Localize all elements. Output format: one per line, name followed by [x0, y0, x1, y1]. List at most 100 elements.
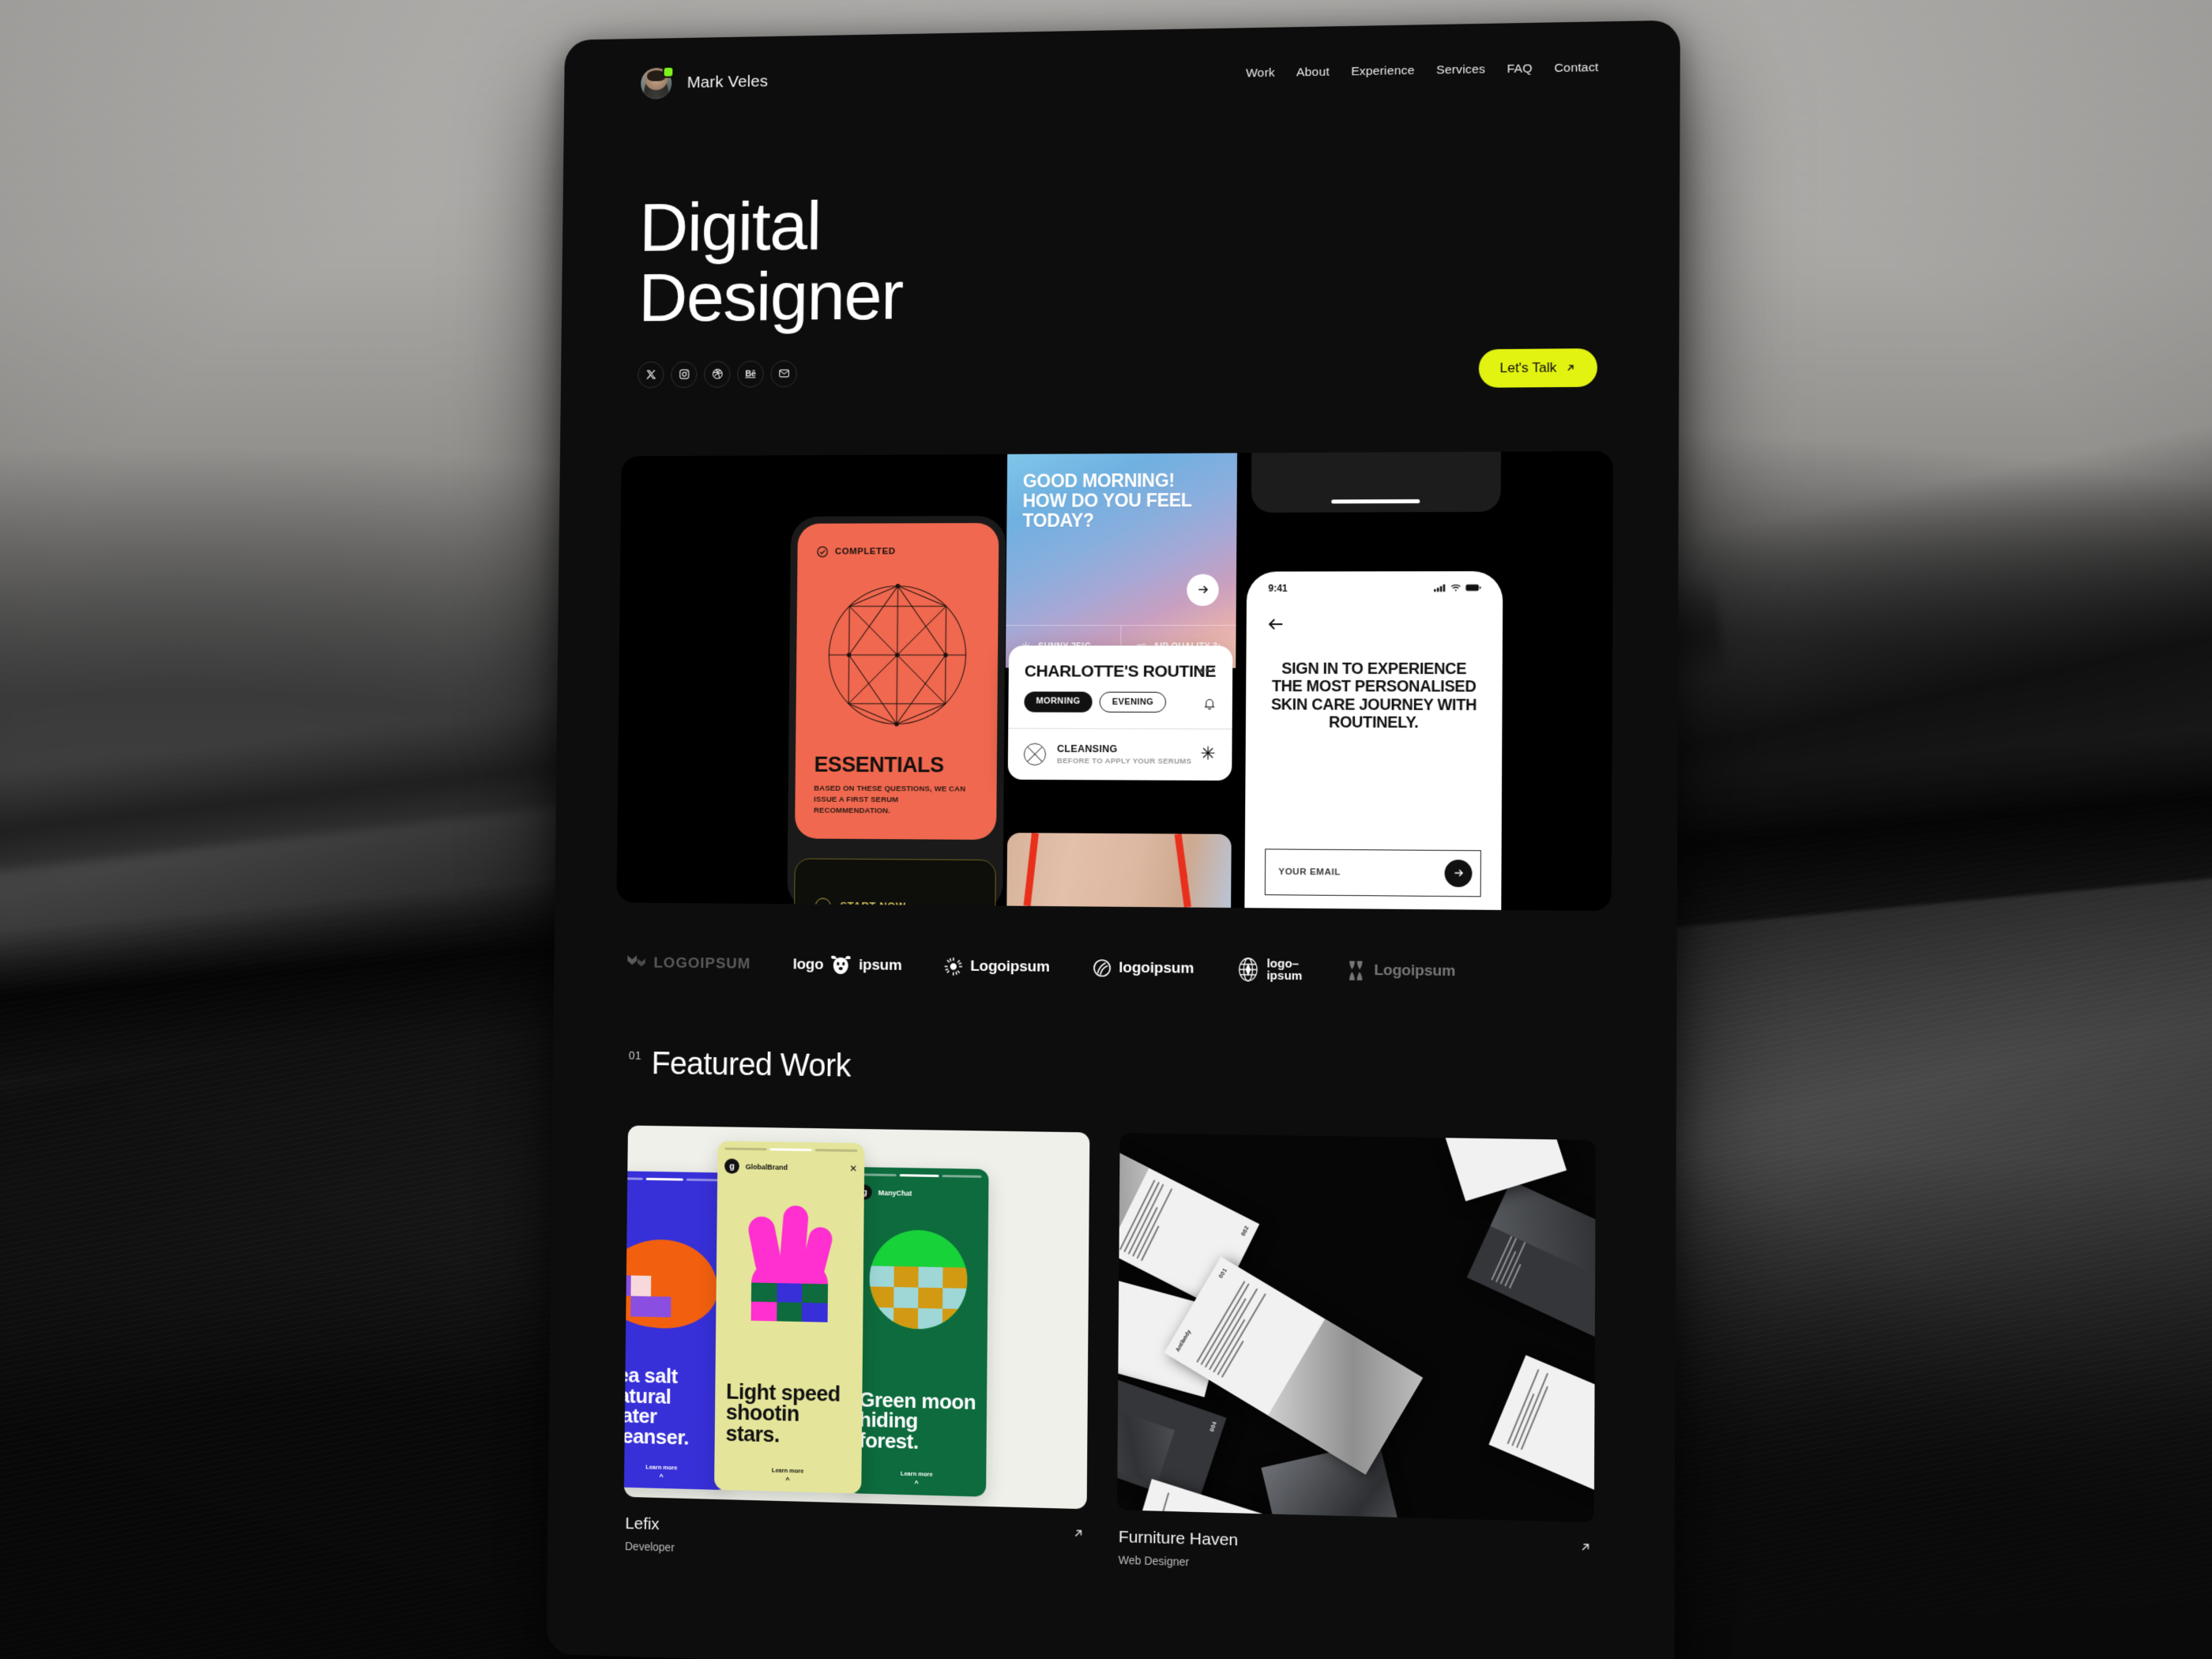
pink-hand-art [740, 1204, 840, 1322]
logo-text-5a: logo– [1266, 956, 1300, 971]
greeting-headline: GOOD MORNING! HOW DO YOU FEEL TODAY? [1022, 469, 1192, 532]
instagram-icon[interactable] [670, 360, 698, 388]
mini-brand-main: Antibody [1175, 1329, 1193, 1353]
routine-step-cleansing[interactable]: CLEANSING BEFORE TO APPLY YOUR SERUMS [1007, 728, 1232, 781]
tab-morning[interactable]: MORNING [1024, 691, 1093, 713]
sparkle-icon [1200, 745, 1216, 765]
dark-top-card [1251, 451, 1502, 513]
email-submit-button[interactable] [1444, 859, 1473, 887]
cellular-icon [1434, 584, 1446, 592]
social-links: Bē [638, 359, 797, 388]
arrow-up-right-icon[interactable] [1071, 1526, 1085, 1544]
brand[interactable]: Mark Veles [641, 66, 768, 100]
furniture-preview: 002 Antibody 002 Antibody 004 Antibody [1117, 1133, 1596, 1523]
logo-item-4: logoipsum [1093, 958, 1194, 979]
avatar [641, 67, 673, 100]
work-card-lefix[interactable]: ✕ sea salt natural water cleanser. Learn… [623, 1125, 1090, 1566]
bell-icon[interactable] [1202, 696, 1216, 713]
globe-mark-icon [1237, 957, 1260, 982]
mini-card-f [1488, 1355, 1596, 1520]
email-input-row[interactable]: YOUR EMAIL [1264, 848, 1481, 897]
more-options-icon[interactable]: ••• [1199, 664, 1217, 677]
nav-item-services[interactable]: Services [1436, 62, 1485, 77]
mockup-stage: Mark Veles Work About Experience Service… [0, 0, 2212, 1659]
email-icon[interactable] [770, 359, 797, 387]
mini-num-c: 004 [1209, 1420, 1218, 1433]
checker-blue [623, 1275, 672, 1318]
routine-title: CHARLOTTE'S ROUTINE [1024, 661, 1217, 681]
logo-item-5: logo– ipsum [1237, 956, 1303, 984]
work-title-lefix: Lefix [625, 1514, 660, 1534]
red-strap-right [1174, 833, 1191, 908]
essentials-body: BASED ON THESE QUESTIONS, WE CAN ISSUE A… [813, 784, 966, 815]
section-number: 01 [628, 1048, 642, 1063]
wifi-icon [1450, 583, 1462, 592]
section-heading: 01 Featured Work [629, 1046, 1597, 1095]
email-placeholder: YOUR EMAIL [1278, 867, 1341, 878]
logo-text-6: Logoipsum [1374, 961, 1456, 980]
essentials-title: ESSENTIALS [814, 752, 944, 777]
story-yellow: g GlobalBrand ✕ Light speed shootin star… [714, 1141, 865, 1494]
featured-work-section: 01 Featured Work ✕ sea salt natural wate… [609, 975, 1611, 1580]
work-grid: ✕ sea salt natural water cleanser. Learn… [623, 1125, 1596, 1580]
signin-phone-mockup: 9:41 SIGN IN TO EXPERIENCE THE MOST PERS… [1247, 573, 1501, 911]
logo-text-2b: ipsum [858, 956, 902, 974]
section-title: Featured Work [651, 1046, 852, 1084]
slash-circle-mark-icon [1093, 958, 1112, 977]
mini-num-a: 002 [1240, 1224, 1251, 1237]
logo-text-4: logoipsum [1119, 959, 1194, 977]
logo-text-1: LOGOIPSUM [653, 954, 751, 972]
hero-section: Digital Designer Bē Let's Talk [623, 84, 1615, 393]
lets-talk-button[interactable]: Let's Talk [1478, 348, 1598, 388]
dribbble-icon[interactable] [703, 360, 731, 388]
online-status-dot [664, 67, 673, 77]
routine-tabs: MORNING EVENING [1024, 691, 1216, 713]
arrow-up-right-icon [1565, 362, 1576, 373]
mini-card-h [1443, 1133, 1567, 1202]
petals-mark-icon [1349, 961, 1363, 980]
hero-showcase: COMPLETED ESSENTIALS BASED ON THESE QUES… [616, 450, 1614, 911]
essentials-status-label: COMPLETED [834, 546, 896, 556]
start-now-card[interactable]: START NOW [793, 857, 996, 911]
mini-card-e [1466, 1180, 1596, 1352]
work-title-furniture: Furniture Haven [1118, 1527, 1239, 1550]
tab-evening[interactable]: EVENING [1099, 691, 1167, 713]
story-green-copy: Green moon hiding forest. [858, 1386, 976, 1454]
red-strap-left [1023, 832, 1039, 906]
logo-text-5b: ipsum [1266, 969, 1303, 984]
burst-mark-icon [945, 957, 963, 976]
green-circle-art [869, 1229, 968, 1330]
work-role-furniture: Web Designer [1118, 1553, 1190, 1569]
behance-icon[interactable]: Bē [737, 360, 764, 387]
work-role-lefix: Developer [624, 1540, 675, 1554]
lets-talk-label: Let's Talk [1499, 359, 1557, 375]
fox-mark-icon [627, 955, 645, 967]
nav-item-about[interactable]: About [1296, 66, 1330, 81]
arrow-right-icon [1452, 867, 1464, 878]
signin-headline: SIGN IN TO EXPERIENCE THE MOST PERSONALI… [1270, 660, 1477, 732]
nav-item-faq[interactable]: FAQ [1507, 62, 1533, 77]
routine-step-sub: BEFORE TO APPLY YOUR SERUMS [1056, 756, 1192, 766]
work-card-furniture-haven[interactable]: 002 Antibody 002 Antibody 004 Antibody [1117, 1133, 1596, 1580]
arrow-up-right-icon[interactable] [1578, 1540, 1593, 1559]
story-green: g ManyChat Green moon hiding forest. Lea… [847, 1167, 989, 1497]
close-icon[interactable]: ✕ [849, 1163, 857, 1174]
client-logo-strip: LOGOIPSUM logo ipsum Logoipsum logoipsum… [615, 902, 1611, 986]
back-button[interactable] [1266, 614, 1482, 637]
story-blue-learn: Learn more ^ [645, 1463, 678, 1481]
story-yellow-copy: Light speed shootin stars. [725, 1379, 841, 1447]
x-twitter-icon[interactable] [638, 361, 664, 388]
gem-diagram [814, 558, 980, 754]
hero-line-1: Digital [638, 186, 822, 266]
nav-item-contact[interactable]: Contact [1554, 61, 1598, 76]
greeting-next-button[interactable] [1187, 574, 1219, 606]
logo-text-3: Logoipsum [970, 957, 1050, 976]
showcase-col-essentials: COMPLETED ESSENTIALS BASED ON THESE QUES… [668, 453, 1007, 911]
story-blue-copy: sea salt natural water cleanser. [623, 1363, 690, 1450]
nav-item-work[interactable]: Work [1246, 66, 1275, 81]
logo-text-2a: logo [792, 956, 824, 973]
showcase-col-signin: 9:41 SIGN IN TO EXPERIENCE THE MOST PERS… [1234, 451, 1559, 911]
logo-item-3: Logoipsum [944, 957, 1050, 977]
story-yellow-learn: Learn more ^ [771, 1466, 804, 1484]
nav-item-experience[interactable]: Experience [1351, 64, 1414, 79]
